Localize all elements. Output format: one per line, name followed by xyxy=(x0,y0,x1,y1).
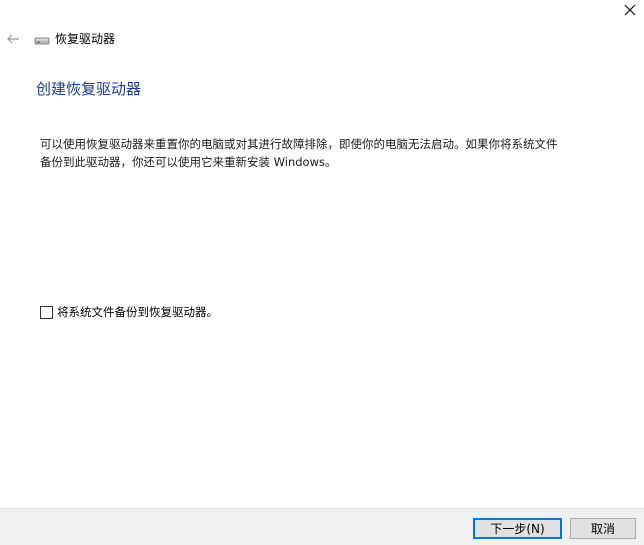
title-bar: 恢复驱动器 xyxy=(34,31,115,47)
next-button[interactable]: 下一步(N) xyxy=(473,518,562,539)
window-title: 恢复驱动器 xyxy=(55,32,116,46)
back-button[interactable] xyxy=(4,30,22,48)
close-icon xyxy=(624,4,636,16)
backup-checkbox[interactable] xyxy=(40,305,53,319)
drive-icon xyxy=(34,32,50,46)
page-heading: 创建恢复驱动器 xyxy=(36,80,142,98)
footer-bar: 下一步(N) 取消 xyxy=(0,508,644,545)
back-arrow-icon xyxy=(7,34,19,44)
backup-option[interactable]: 将系统文件备份到恢复驱动器。 xyxy=(40,304,218,320)
close-button[interactable] xyxy=(616,0,644,20)
recovery-drive-window: 恢复驱动器 创建恢复驱动器 可以使用恢复驱动器来重置你的电脑或对其进行故障排除，… xyxy=(0,0,644,545)
cancel-button[interactable]: 取消 xyxy=(570,518,636,539)
description-text: 可以使用恢复驱动器来重置你的电脑或对其进行故障排除，即使你的电脑无法启动。如果你… xyxy=(40,137,558,169)
backup-checkbox-label[interactable]: 将系统文件备份到恢复驱动器。 xyxy=(57,304,218,320)
